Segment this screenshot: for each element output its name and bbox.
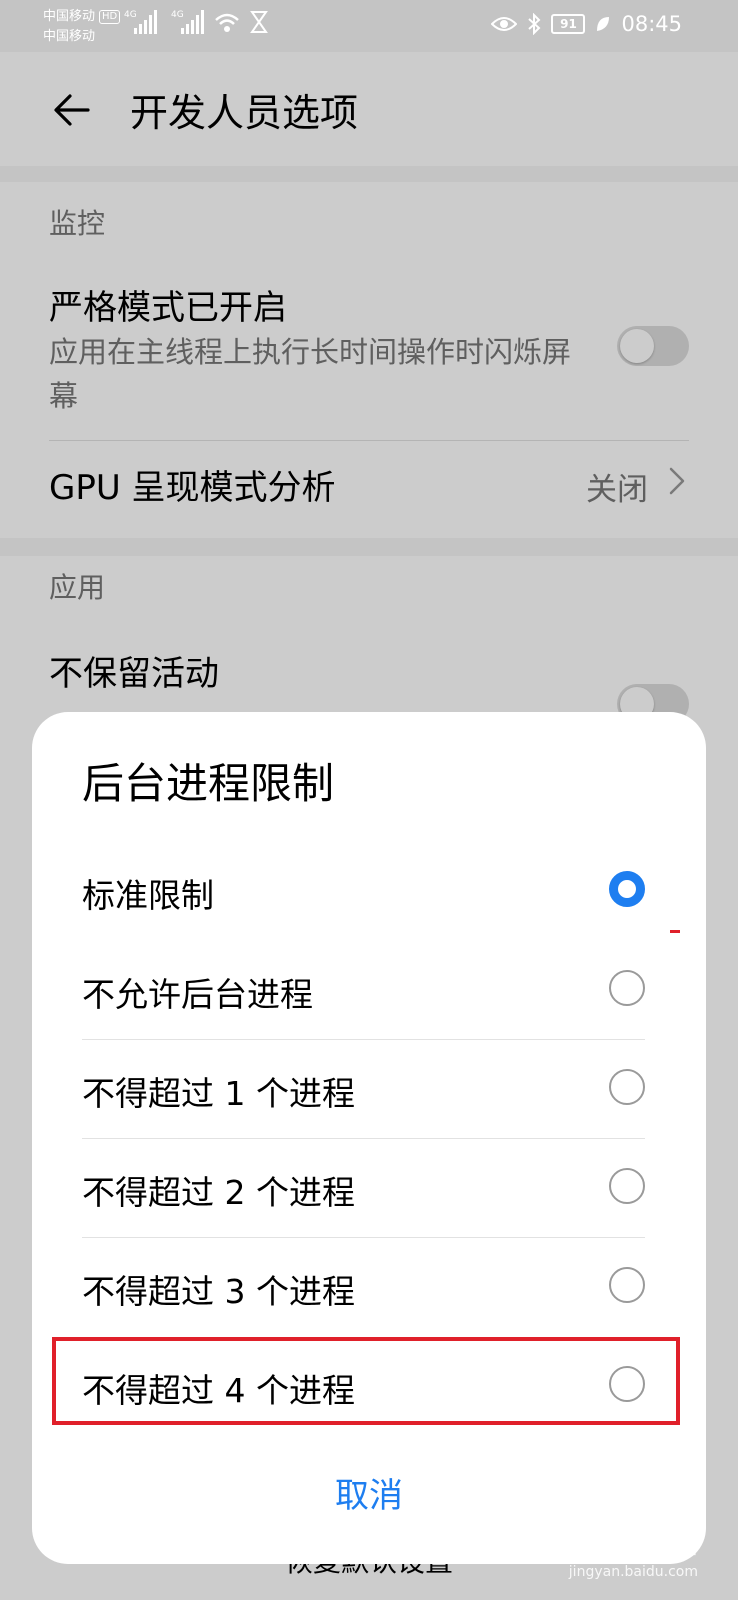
option-label: 标准限制 bbox=[82, 876, 214, 915]
carrier-2: 中国移动 bbox=[43, 29, 96, 44]
watermark-url: jingyan.baidu.com bbox=[568, 1564, 698, 1580]
battery-icon: 91 bbox=[551, 14, 586, 34]
wifi-icon bbox=[215, 13, 239, 32]
option-max-2[interactable]: 不得超过 2 个进程 bbox=[82, 1138, 645, 1237]
network-type-label: 4G bbox=[124, 10, 137, 20]
option-label: 不得超过 3 个进程 bbox=[82, 1272, 355, 1311]
radio-unselected[interactable] bbox=[609, 1168, 645, 1204]
option-label: 不允许后台进程 bbox=[82, 975, 313, 1014]
radio-unselected[interactable] bbox=[609, 970, 645, 1006]
bluetooth-icon bbox=[528, 13, 541, 35]
option-standard-limit[interactable]: 标准限制 bbox=[82, 841, 645, 940]
signal-icon: 4G bbox=[171, 10, 204, 34]
background-process-limit-dialog: 后台进程限制 标准限制 不允许后台进程 不得超过 1 个进程 不得超过 2 个进… bbox=[32, 712, 706, 1564]
radio-unselected[interactable] bbox=[609, 1069, 645, 1105]
option-label: 不得超过 2 个进程 bbox=[82, 1173, 355, 1212]
clock: 08:45 bbox=[621, 12, 682, 36]
leaf-icon bbox=[597, 17, 610, 31]
dialog-title: 后台进程限制 bbox=[82, 759, 335, 808]
option-max-1[interactable]: 不得超过 1 个进程 bbox=[82, 1039, 645, 1138]
highlight-annotation-box bbox=[52, 1337, 680, 1425]
hourglass-icon bbox=[250, 11, 268, 33]
carrier-1: 中国移动 bbox=[43, 9, 96, 24]
signal-indicators: 4G 4G bbox=[124, 10, 268, 34]
radio-selected[interactable] bbox=[609, 871, 645, 907]
status-right: 91 08:45 bbox=[491, 12, 682, 36]
eye-icon bbox=[491, 17, 518, 31]
option-no-background[interactable]: 不允许后台进程 bbox=[82, 940, 645, 1039]
status-bar: 中国移动 HD 中国移动 4G 4G 91 08:45 bbox=[0, 0, 738, 52]
hd-badge: HD bbox=[99, 10, 121, 24]
network-type-label: 4G bbox=[171, 10, 184, 20]
radio-unselected[interactable] bbox=[609, 1267, 645, 1303]
signal-icon: 4G bbox=[124, 10, 157, 34]
option-label: 不得超过 1 个进程 bbox=[82, 1074, 355, 1113]
screen: 开发人员选项 监控 严格模式已开启 应用在主线程上执行长时间操作时闪烁屏幕 GP… bbox=[0, 0, 738, 1600]
carrier-info: 中国移动 HD 中国移动 bbox=[43, 7, 121, 47]
option-max-3[interactable]: 不得超过 3 个进程 bbox=[82, 1237, 645, 1336]
annotation-mark bbox=[670, 930, 680, 933]
watermark-brand: Baidu经验 bbox=[503, 1521, 698, 1562]
watermark: Baidu经验 jingyan.baidu.com bbox=[504, 1512, 698, 1580]
